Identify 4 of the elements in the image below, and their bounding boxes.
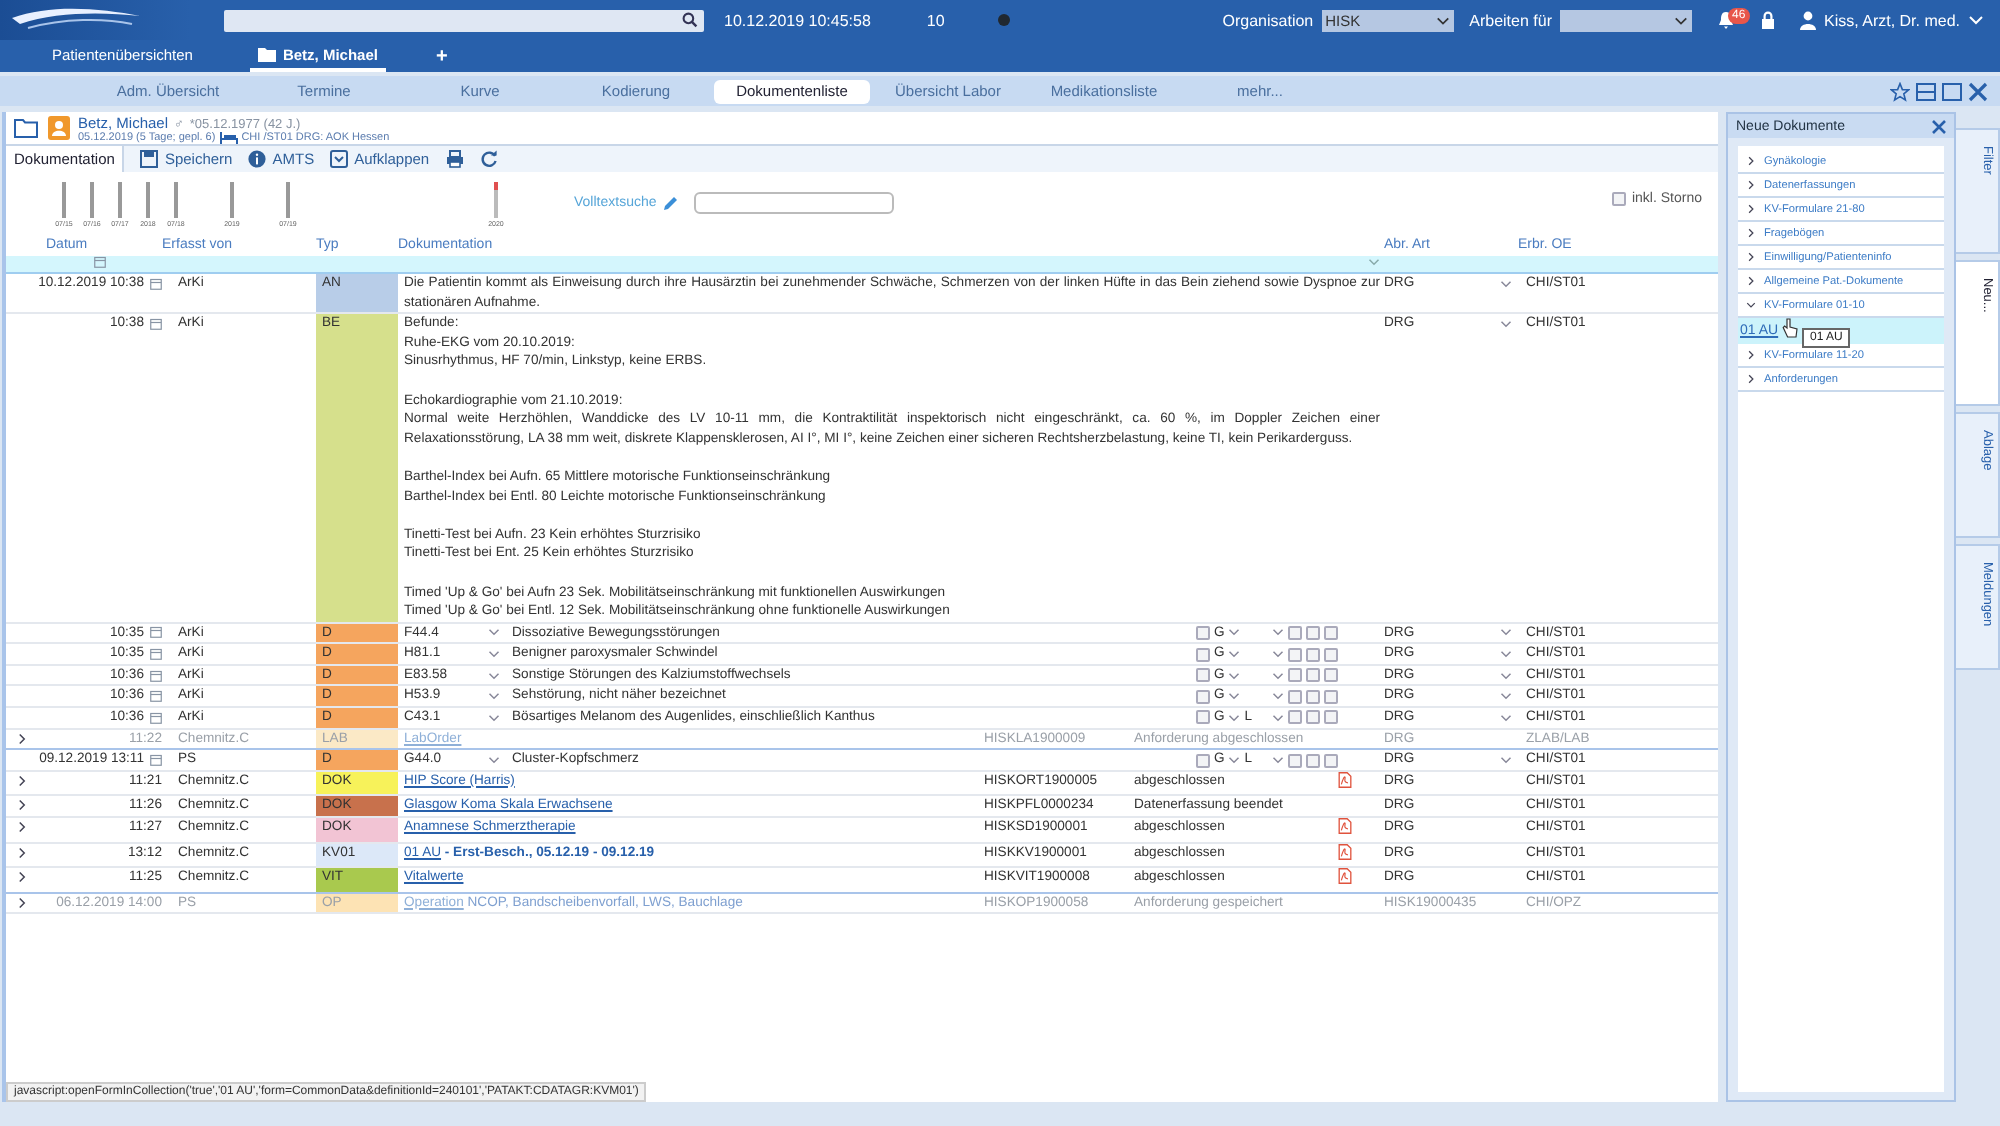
date-time: 10.12.2019 10:45:58 [724,11,871,29]
work-for-label: Arbeiten für [1469,11,1552,29]
counter: 10 [926,11,945,29]
organisation-label: Organisation [1222,11,1314,29]
